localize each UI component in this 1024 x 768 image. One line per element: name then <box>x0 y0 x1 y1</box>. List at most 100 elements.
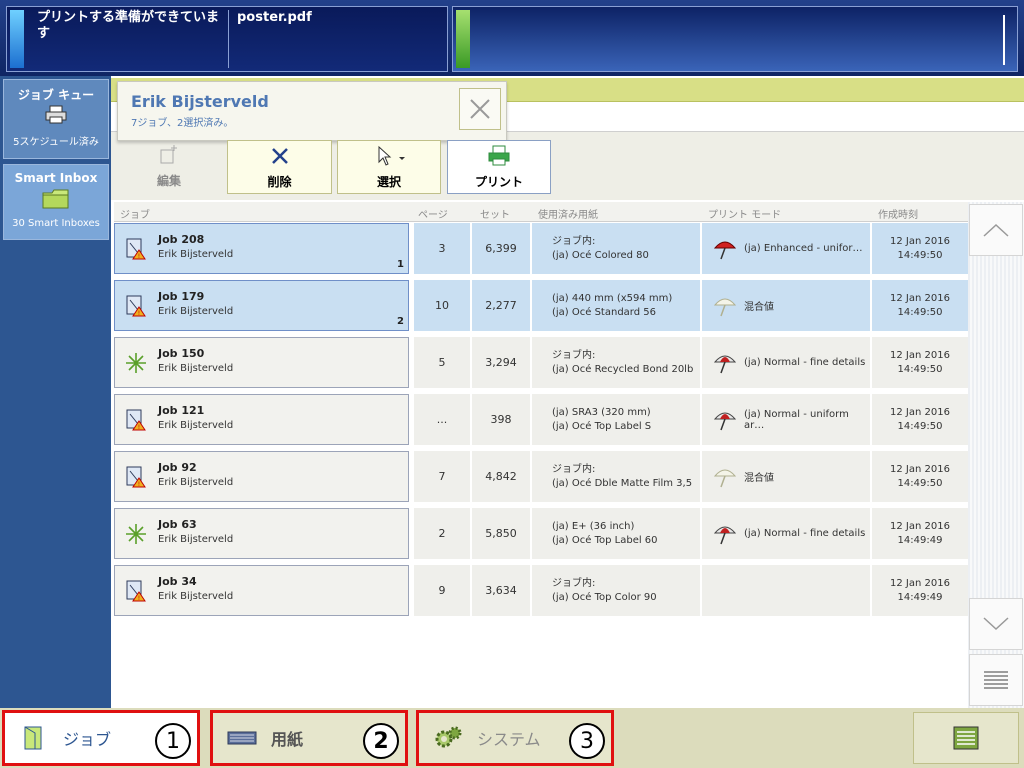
new-job-star-icon <box>125 352 147 374</box>
table-row[interactable]: ! Job 34 Erik Bijsterveld 9 3,634 ジョブ内: … <box>114 565 968 616</box>
scroll-down-button[interactable] <box>969 598 1023 650</box>
sets-cell: 2,277 <box>472 280 530 331</box>
column-header-pages[interactable]: ページ <box>418 206 448 221</box>
printer-status-panel[interactable]: プリントする準備ができています poster.pdf <box>6 6 448 72</box>
created-cell: 12 Jan 2016 14:49:49 <box>872 565 968 616</box>
sets-cell: 5,850 <box>472 508 530 559</box>
sets-cell: 3,294 <box>472 337 530 388</box>
tab-system[interactable]: システム 3 <box>416 710 614 766</box>
document-warning-icon: ! <box>125 295 147 317</box>
svg-text:!: ! <box>138 595 140 602</box>
media-cell: ジョブ内: (ja) Océ Dble Matte Film 3,5 <box>532 451 700 502</box>
bottom-tab-bar: ジョブ 1 用紙 2 システム 3 <box>0 708 1024 768</box>
column-header-created[interactable]: 作成時刻 <box>878 206 918 221</box>
jobs-icon <box>24 726 42 750</box>
job-cell[interactable]: ! Job 34 Erik Bijsterveld <box>114 565 409 616</box>
created-date: 12 Jan 2016 <box>890 235 950 247</box>
pages-cell: 9 <box>414 565 470 616</box>
pages-cell: ... <box>414 394 470 445</box>
table-row[interactable]: ! Job 208 Erik Bijsterveld 1 3 6,399 ジョブ… <box>114 223 968 274</box>
table-row[interactable]: Job 150 Erik Bijsterveld 5 3,294 ジョブ内: (… <box>114 337 968 388</box>
printer-icon <box>488 145 510 166</box>
created-time: 14:49:50 <box>897 477 943 489</box>
callout-badge: 3 <box>569 723 605 759</box>
folder-icon <box>42 189 69 209</box>
select-button[interactable]: 選択 <box>337 140 441 194</box>
message-panel[interactable] <box>452 6 1018 72</box>
left-navigation: ジョブ キュー 5スケジュール済み Smart Inbox 30 Smart I… <box>0 76 111 708</box>
media-line-2: (ja) Océ Recycled Bond 20lb <box>552 363 694 375</box>
job-owner: Erik Bijsterveld <box>158 306 234 317</box>
table-header: ジョブ ページ セット 使用済み用紙 プリント モード 作成時刻 <box>114 202 968 222</box>
column-header-print-mode[interactable]: プリント モード <box>708 206 781 221</box>
gears-icon <box>435 726 462 748</box>
delete-button[interactable]: 削除 <box>227 140 332 194</box>
created-time: 14:49:49 <box>897 591 943 603</box>
edit-button[interactable]: 編集 <box>117 140 221 194</box>
created-cell: 12 Jan 2016 14:49:50 <box>872 394 968 445</box>
column-header-media[interactable]: 使用済み用紙 <box>538 206 598 221</box>
paper-icon <box>227 731 257 745</box>
tab-jobs[interactable]: ジョブ 1 <box>2 710 200 766</box>
list-view-button[interactable] <box>969 654 1023 706</box>
media-cell: ジョブ内: (ja) Océ Top Color 90 <box>532 565 700 616</box>
media-line-1: ジョブ内: <box>552 349 596 361</box>
job-cell[interactable]: Job 63 Erik Bijsterveld <box>114 508 409 559</box>
printer-status-text: プリントする準備ができています <box>37 10 220 41</box>
job-cell[interactable]: ! Job 208 Erik Bijsterveld 1 <box>114 223 409 274</box>
print-mode-cell: 混合値 <box>702 280 870 331</box>
cursor-icon <box>378 145 405 166</box>
table-row[interactable]: Job 63 Erik Bijsterveld 2 5,850 (ja) E+ … <box>114 508 968 559</box>
sidebar-item-count: 5スケジュール済み <box>13 137 99 148</box>
column-header-job[interactable]: ジョブ <box>120 206 150 221</box>
media-line-1: (ja) E+ (36 inch) <box>552 520 635 532</box>
created-date: 12 Jan 2016 <box>890 292 950 304</box>
user-name: Erik Bijsterveld <box>131 92 269 111</box>
table-row[interactable]: ! Job 92 Erik Bijsterveld 7 4,842 ジョブ内: … <box>114 451 968 502</box>
svg-text:!: ! <box>138 481 140 488</box>
umbrella-normal-icon <box>712 523 738 545</box>
media-line-1: (ja) 440 mm (x594 mm) <box>552 292 673 304</box>
job-name: Job 34 <box>158 575 197 588</box>
sidebar-item-count: 30 Smart Inboxes <box>12 218 100 229</box>
print-mode-cell: 混合値 <box>702 451 870 502</box>
table-row[interactable]: ! Job 121 Erik Bijsterveld ... 398 (ja) … <box>114 394 968 445</box>
print-mode-text: 混合値 <box>744 473 774 484</box>
sidebar-item-smart-inbox[interactable]: Smart Inbox 30 Smart Inboxes <box>3 164 109 240</box>
umbrella-normal-icon <box>712 409 738 431</box>
media-line-1: ジョブ内: <box>552 577 596 589</box>
pages-cell: 2 <box>414 508 470 559</box>
table-row[interactable]: ! Job 179 Erik Bijsterveld 2 10 2,277 (j… <box>114 280 968 331</box>
media-cell: ジョブ内: (ja) Océ Recycled Bond 20lb <box>532 337 700 388</box>
media-line-2: (ja) Océ Dble Matte Film 3,5 <box>552 477 693 489</box>
scroll-up-button[interactable] <box>969 204 1023 256</box>
close-button[interactable] <box>459 88 501 130</box>
created-time: 14:49:50 <box>897 420 943 432</box>
sets-cell: 6,399 <box>472 223 530 274</box>
created-cell: 12 Jan 2016 14:49:50 <box>872 451 968 502</box>
current-file-name: poster.pdf <box>237 10 312 25</box>
sidebar-item-job-queue[interactable]: ジョブ キュー 5スケジュール済み <box>3 79 109 159</box>
menu-button[interactable] <box>913 712 1019 764</box>
document-warning-icon: ! <box>125 466 147 488</box>
sets-cell: 3,634 <box>472 565 530 616</box>
media-line-1: ジョブ内: <box>552 235 596 247</box>
column-header-sets[interactable]: セット <box>480 206 510 221</box>
list-icon <box>984 671 1008 689</box>
created-cell: 12 Jan 2016 14:49:50 <box>872 280 968 331</box>
job-cell[interactable]: ! Job 179 Erik Bijsterveld 2 <box>114 280 409 331</box>
job-cell[interactable]: ! Job 92 Erik Bijsterveld <box>114 451 409 502</box>
sidebar-item-label: Smart Inbox <box>14 171 98 185</box>
media-cell: ジョブ内: (ja) Océ Colored 80 <box>532 223 700 274</box>
created-date: 12 Jan 2016 <box>890 463 950 475</box>
print-button[interactable]: プリント <box>447 140 551 194</box>
created-cell: 12 Jan 2016 14:49:50 <box>872 223 968 274</box>
job-cell[interactable]: ! Job 121 Erik Bijsterveld <box>114 394 409 445</box>
tab-paper[interactable]: 用紙 2 <box>210 710 408 766</box>
sets-cell: 4,842 <box>472 451 530 502</box>
job-name: Job 179 <box>158 290 205 303</box>
print-mode-text: 混合値 <box>744 302 774 313</box>
print-mode-cell: (ja) Normal - uniform ar… <box>702 394 870 445</box>
job-name: Job 92 <box>158 461 197 474</box>
job-cell[interactable]: Job 150 Erik Bijsterveld <box>114 337 409 388</box>
